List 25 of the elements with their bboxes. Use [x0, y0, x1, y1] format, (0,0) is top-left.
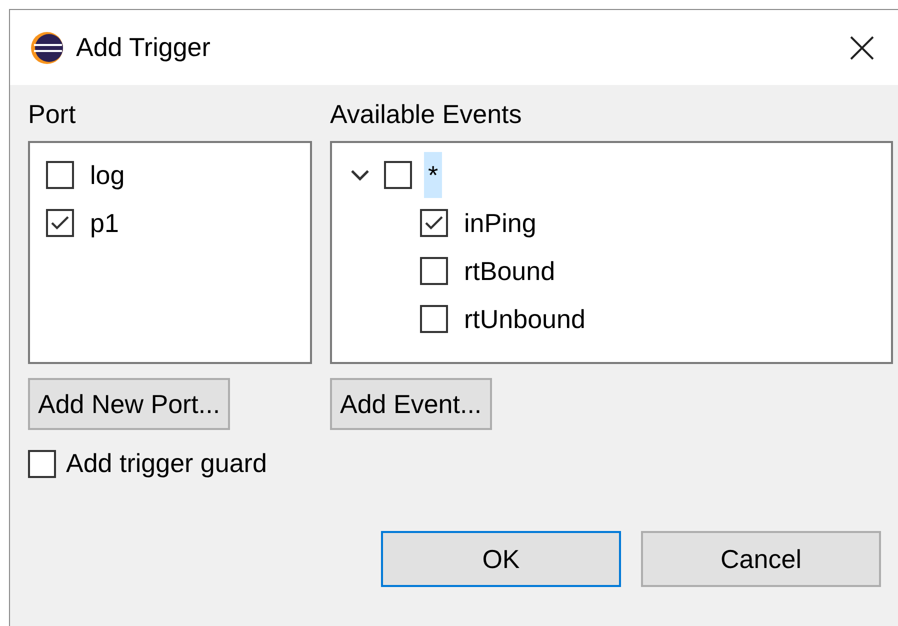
port-checkbox[interactable] — [46, 161, 74, 189]
close-icon — [849, 34, 875, 60]
event-label[interactable]: * — [424, 152, 442, 198]
window-title: Add Trigger — [76, 32, 212, 63]
event-label[interactable]: rtBound — [460, 248, 560, 294]
dialog-button[interactable]: OK — [381, 531, 621, 587]
guard-checkbox[interactable] — [28, 450, 56, 478]
check-icon — [424, 215, 444, 231]
event-label[interactable]: inPing — [460, 200, 540, 246]
port-checkbox[interactable] — [46, 209, 74, 237]
app-logo-icon — [30, 30, 64, 64]
events-label: Available Events — [330, 98, 523, 131]
event-checkbox[interactable] — [420, 209, 448, 237]
event-checkbox[interactable] — [384, 161, 412, 189]
port-label: Port — [28, 98, 77, 131]
guard-label[interactable]: Add trigger guard — [66, 448, 267, 479]
event-checkbox[interactable] — [420, 305, 448, 333]
event-label[interactable]: rtUnbound — [460, 296, 590, 342]
add-port-button[interactable]: Add New Port... — [28, 378, 230, 430]
port-name[interactable]: p1 — [86, 200, 123, 246]
add-event-button[interactable]: Add Event... — [330, 378, 492, 430]
dialog-button[interactable]: Cancel — [641, 531, 881, 587]
event-checkbox[interactable] — [420, 257, 448, 285]
port-name[interactable]: log — [86, 152, 129, 198]
check-icon — [50, 215, 70, 231]
